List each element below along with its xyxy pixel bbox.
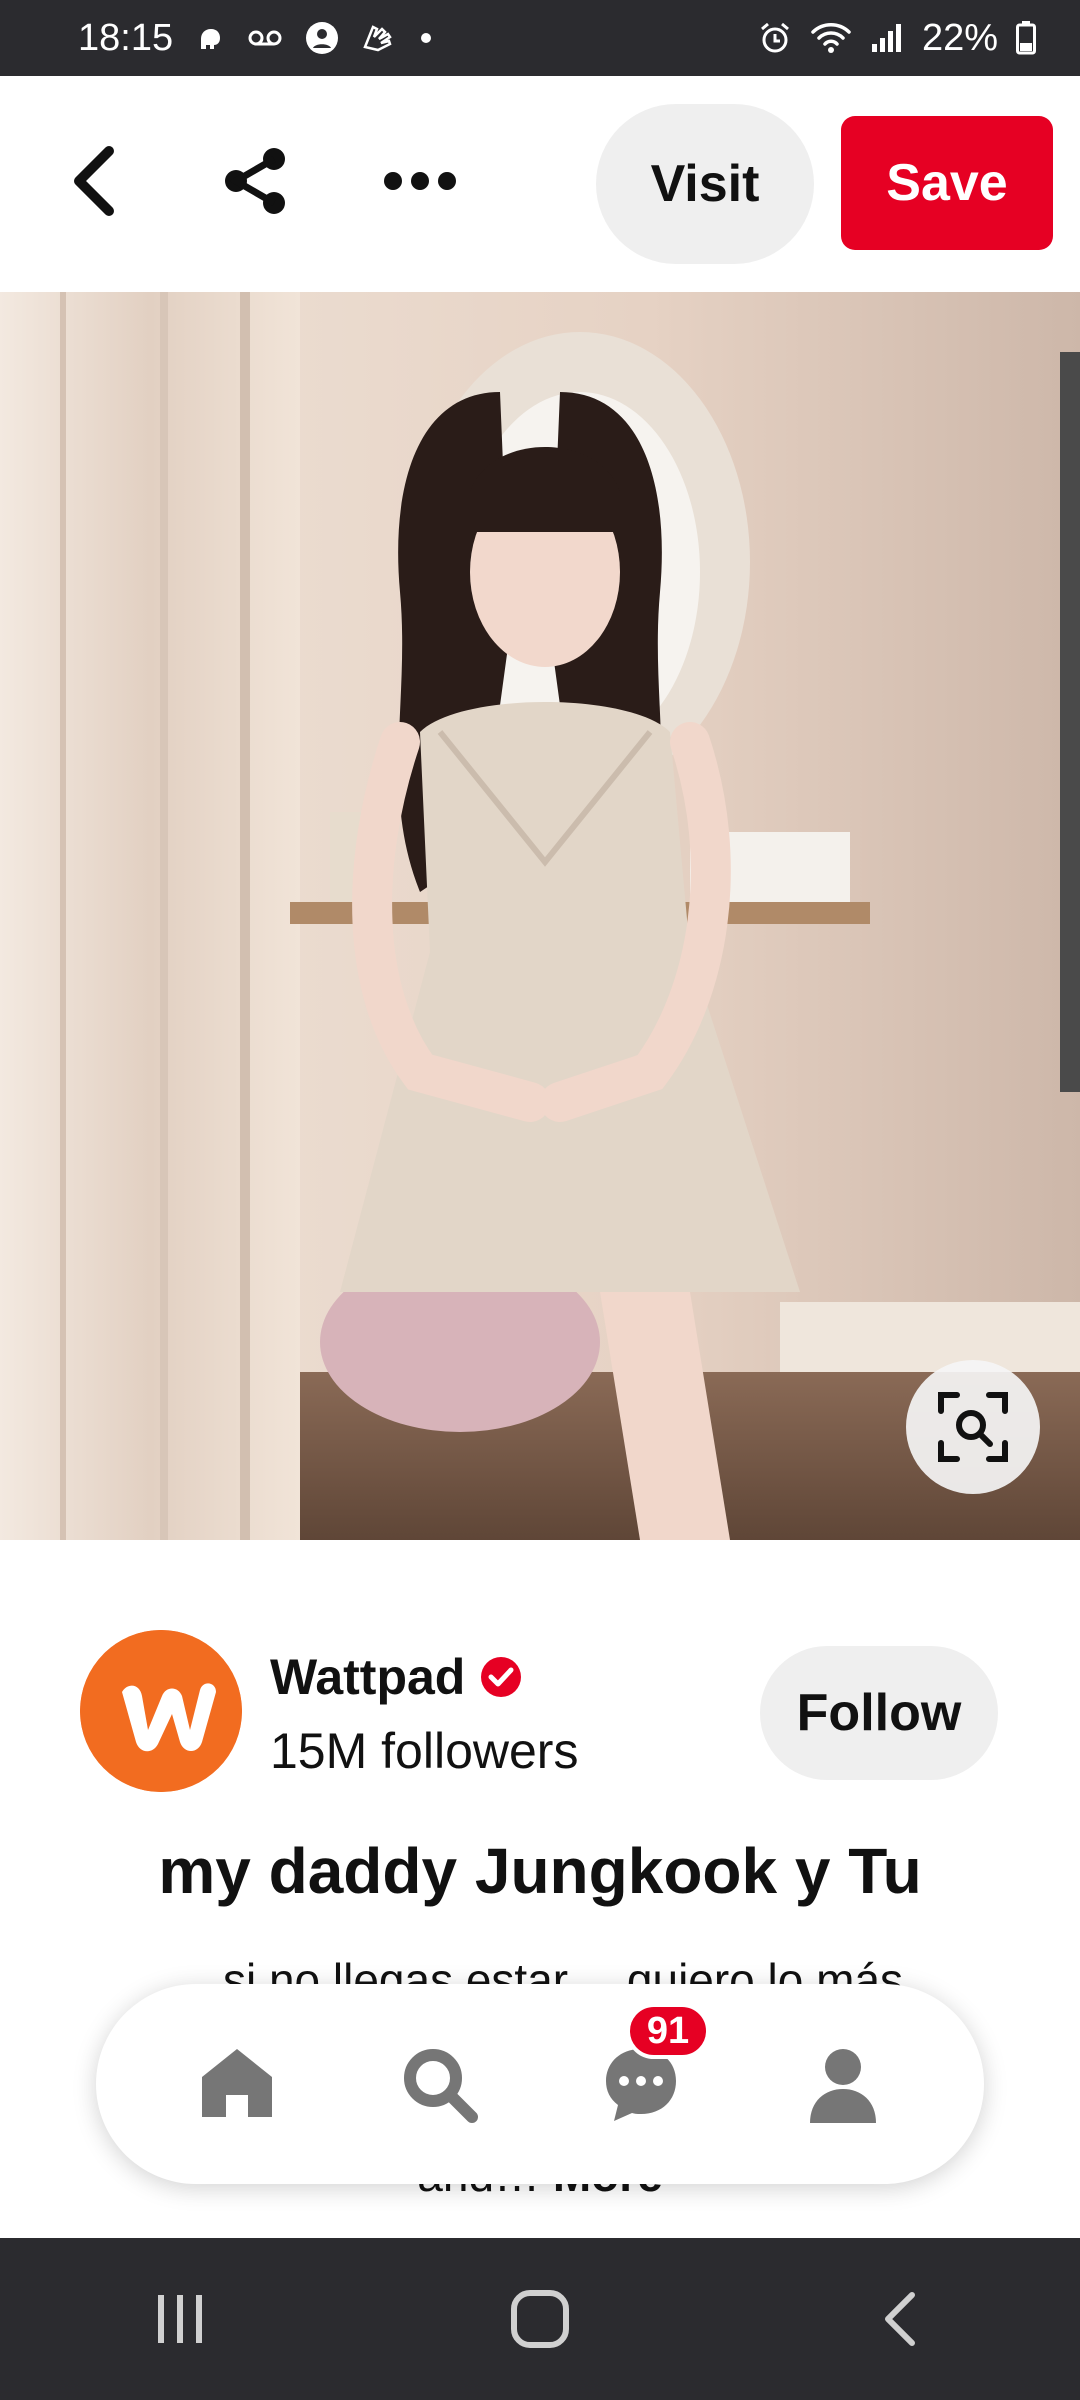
more-options-button[interactable]: [370, 136, 470, 226]
status-right: 22%: [758, 17, 1036, 60]
recents-icon: [158, 2295, 202, 2343]
profile-icon: [810, 2049, 876, 2123]
signal-icon: [870, 22, 904, 54]
save-button[interactable]: Save: [841, 116, 1053, 250]
account-icon: [305, 21, 339, 55]
creator-name-row[interactable]: Wattpad: [270, 1648, 523, 1706]
follow-button[interactable]: Follow: [760, 1646, 998, 1780]
creator-avatar[interactable]: [80, 1630, 242, 1792]
recents-button[interactable]: [120, 2259, 240, 2379]
voicemail-icon: [247, 26, 283, 50]
followers-count: 15M followers: [270, 1723, 579, 1779]
elephant-icon: [195, 23, 225, 53]
back-arrow-icon: [74, 146, 114, 216]
battery-icon: [1016, 21, 1036, 55]
visual-search-button[interactable]: [906, 1360, 1040, 1494]
bottom-nav: 91: [96, 1984, 984, 2184]
status-left: 18:15: [78, 17, 433, 60]
home-button-icon: [511, 2290, 569, 2348]
pin-image[interactable]: [0, 292, 1080, 1540]
dot-icon: [419, 31, 433, 45]
back-nav-button[interactable]: [840, 2259, 960, 2379]
glove-icon: [361, 21, 397, 55]
nav-home[interactable]: [182, 2029, 292, 2139]
nav-search[interactable]: [384, 2029, 494, 2139]
pin-title: my daddy Jungkook y Tu: [158, 1835, 922, 1907]
back-icon: [885, 2292, 915, 2346]
pin-photo: [0, 292, 1080, 1540]
top-action-bar: Visit Save: [0, 76, 1080, 292]
verified-badge-icon: [479, 1655, 523, 1699]
messages-badge: 91: [626, 2003, 710, 2059]
wifi-icon: [810, 21, 852, 55]
home-button[interactable]: [480, 2259, 600, 2379]
status-bar: 18:15 22%: [0, 0, 1080, 76]
nav-messages[interactable]: 91: [586, 2003, 710, 2139]
search-icon: [404, 2049, 478, 2123]
visit-button[interactable]: Visit: [596, 104, 814, 264]
back-button[interactable]: [50, 136, 140, 226]
home-icon: [202, 2049, 272, 2117]
creator-row: Wattpad 15M followers Follow: [0, 1630, 1080, 1792]
more-icon: [384, 172, 456, 190]
alarm-icon: [758, 21, 792, 55]
wattpad-logo-icon: [80, 1630, 242, 1792]
creator-name[interactable]: Wattpad: [270, 1648, 465, 1706]
system-nav-bar: [0, 2238, 1080, 2400]
battery-percent: 22%: [921, 16, 998, 59]
share-button[interactable]: [210, 136, 300, 226]
nav-profile[interactable]: [788, 2029, 898, 2139]
lens-search-icon: [938, 1392, 1008, 1462]
status-time: 18:15: [78, 16, 174, 59]
share-icon: [225, 148, 285, 214]
